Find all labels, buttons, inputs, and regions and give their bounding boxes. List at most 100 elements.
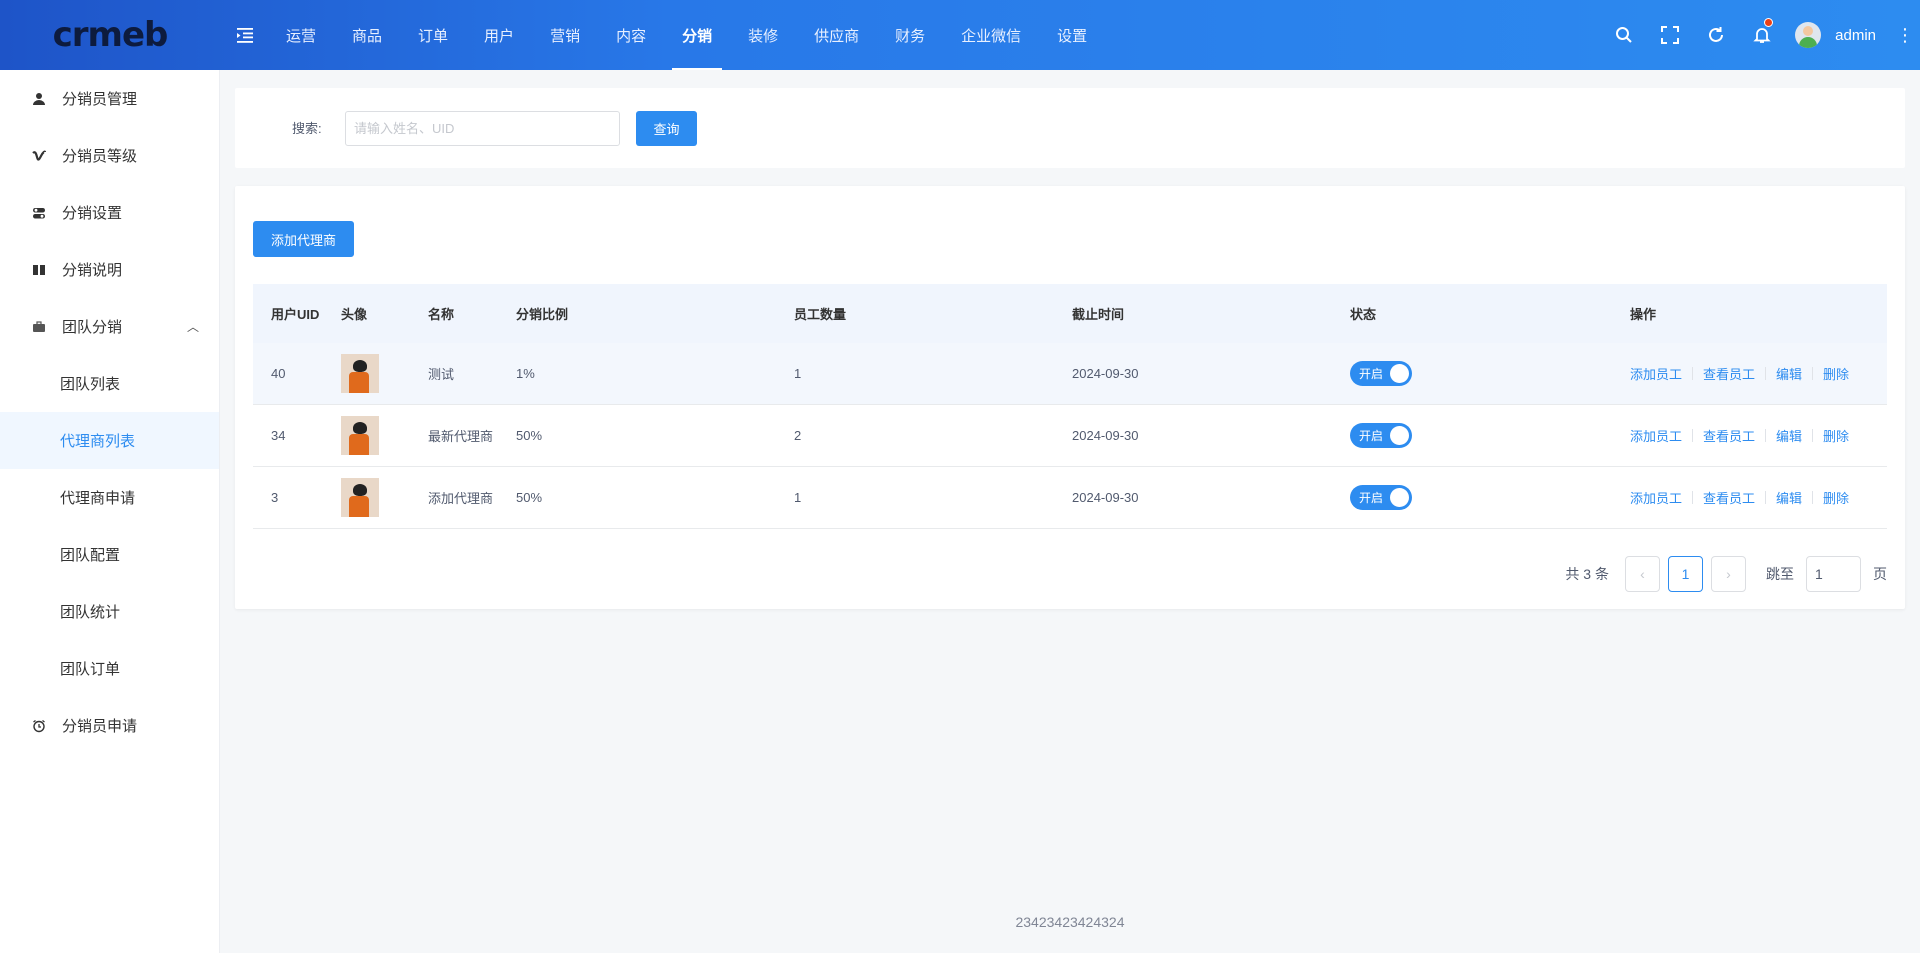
nav-item-wecom[interactable]: 企业微信 — [943, 0, 1039, 70]
sidebar-item-label: 分销员管理 — [62, 91, 138, 108]
delete-link[interactable]: 删除 — [1823, 426, 1849, 445]
toggle-knob — [1390, 364, 1409, 383]
sidebar-item-label: 分销设置 — [62, 205, 123, 222]
fullscreen-icon[interactable] — [1647, 0, 1693, 70]
pagination-total: 共 3 条 — [1565, 566, 1609, 582]
column-header-name: 名称 — [428, 307, 455, 322]
sidebar-item-distributor-application[interactable]: 分销员申请 — [0, 697, 219, 754]
username: admin — [1835, 26, 1876, 44]
column-header-ratio: 分销比例 — [516, 307, 569, 322]
cell-name: 添加代理商 — [428, 491, 494, 506]
cell-staff-count: 1 — [794, 490, 802, 505]
search-card: 搜索: 查询 — [235, 88, 1905, 168]
add-staff-link[interactable]: 添加员工 — [1630, 426, 1682, 445]
page-number-button[interactable]: 1 — [1668, 556, 1703, 592]
logo[interactable]: crmeb — [0, 0, 220, 70]
next-page-button[interactable]: › — [1711, 556, 1746, 592]
nav-item-distribution[interactable]: 分销 — [664, 0, 730, 70]
sidebar-item-label: 分销员申请 — [62, 718, 138, 735]
status-toggle[interactable]: 开启 — [1350, 485, 1412, 510]
cell-ratio: 1% — [516, 366, 535, 381]
edit-link[interactable]: 编辑 — [1776, 488, 1802, 507]
cell-deadline: 2024-09-30 — [1072, 490, 1139, 505]
view-staff-link[interactable]: 查看员工 — [1703, 426, 1755, 445]
sidebar-subitem-team-stats[interactable]: 团队统计 — [0, 583, 219, 640]
sidebar-subitem-agent-application[interactable]: 代理商申请 — [0, 469, 219, 526]
sidebar-item-distributor-management[interactable]: 分销员管理 — [0, 70, 219, 127]
jump-page-input[interactable] — [1806, 556, 1861, 592]
page-suffix: 页 — [1873, 566, 1887, 582]
add-staff-link[interactable]: 添加员工 — [1630, 488, 1682, 507]
add-staff-link[interactable]: 添加员工 — [1630, 364, 1682, 383]
nav-item-content[interactable]: 内容 — [598, 0, 664, 70]
cell-staff-count: 1 — [794, 366, 802, 381]
chevron-up-icon: ︿ — [186, 320, 199, 334]
cell-actions: 添加员工 查看员工 编辑 删除 — [1625, 426, 1887, 445]
sidebar-item-distribution-description[interactable]: 分销说明 — [0, 241, 219, 298]
menu-collapse-icon[interactable] — [232, 27, 260, 43]
divider — [1765, 429, 1767, 442]
search-input[interactable] — [345, 111, 620, 146]
divider — [1692, 491, 1694, 504]
edit-link[interactable]: 编辑 — [1776, 426, 1802, 445]
nav-item-supplier[interactable]: 供应商 — [796, 0, 877, 70]
cell-actions: 添加员工 查看员工 编辑 删除 — [1625, 364, 1887, 383]
nav-item-products[interactable]: 商品 — [334, 0, 400, 70]
cell-actions: 添加员工 查看员工 编辑 删除 — [1625, 488, 1887, 507]
nav-item-settings[interactable]: 设置 — [1039, 0, 1105, 70]
cell-uid: 34 — [271, 428, 286, 443]
nav-item-decoration[interactable]: 装修 — [730, 0, 796, 70]
table-row: 40 测试 1% 1 2024-09-30 开启 添加员工 查看员工 编辑 删除 — [253, 343, 1887, 405]
nav-item-orders[interactable]: 订单 — [400, 0, 466, 70]
sidebar-subitem-agent-list[interactable]: 代理商列表 — [0, 412, 219, 469]
status-toggle-label: 开启 — [1359, 429, 1384, 443]
toggle-knob — [1390, 488, 1409, 507]
status-toggle[interactable]: 开启 — [1350, 361, 1412, 386]
nav-item-marketing[interactable]: 营销 — [532, 0, 598, 70]
view-staff-link[interactable]: 查看员工 — [1703, 488, 1755, 507]
sidebar-subitem-team-list[interactable]: 团队列表 — [0, 355, 219, 412]
divider — [1812, 367, 1814, 380]
refresh-icon[interactable] — [1693, 0, 1739, 70]
sidebar-item-label: 分销员等级 — [62, 148, 138, 165]
nav-item-operations[interactable]: 运营 — [268, 0, 334, 70]
add-agent-button[interactable]: 添加代理商 — [253, 221, 354, 257]
agent-table: 用户UID 头像 名称 分销比例 员工数量 截止时间 状态 操作 40 测试 1… — [253, 284, 1887, 529]
vimeo-v-icon — [32, 149, 46, 163]
edit-link[interactable]: 编辑 — [1776, 364, 1802, 383]
alarm-clock-icon — [32, 719, 46, 733]
delete-link[interactable]: 删除 — [1823, 488, 1849, 507]
cell-ratio: 50% — [516, 490, 543, 505]
nav-item-finance[interactable]: 财务 — [877, 0, 943, 70]
search-icon[interactable] — [1601, 0, 1647, 70]
user-icon — [32, 92, 46, 106]
agent-table-card: 添加代理商 用户UID 头像 名称 分销比例 员工数量 截止时间 状态 操作 4… — [235, 186, 1905, 609]
sidebar-item-distribution-settings[interactable]: 分销设置 — [0, 184, 219, 241]
search-button[interactable]: 查询 — [636, 111, 697, 146]
agent-avatar-image[interactable] — [341, 478, 379, 517]
sidebar-item-distributor-level[interactable]: 分销员等级 — [0, 127, 219, 184]
search-label: 搜索: — [292, 121, 322, 136]
status-toggle[interactable]: 开启 — [1350, 423, 1412, 448]
view-staff-link[interactable]: 查看员工 — [1703, 364, 1755, 383]
user-menu[interactable]: admin — [1785, 22, 1890, 48]
prev-page-button[interactable]: ‹ — [1625, 556, 1660, 592]
cell-avatar — [323, 354, 423, 393]
top-header: crmeb 运营 商品 订单 用户 营销 内容 分销 装修 供应商 财务 企业微… — [0, 0, 1920, 70]
table-row: 34 最新代理商 50% 2 2024-09-30 开启 添加员工 查看员工 编… — [253, 405, 1887, 467]
more-vertical-icon[interactable]: ⋮ — [1890, 0, 1920, 70]
divider — [1765, 367, 1767, 380]
notification-bell-icon[interactable] — [1739, 0, 1785, 70]
agent-avatar-image[interactable] — [341, 416, 379, 455]
column-header-actions: 操作 — [1630, 307, 1657, 322]
sidebar-item-team-distribution[interactable]: 团队分销 ︿ — [0, 298, 219, 355]
status-toggle-label: 开启 — [1359, 367, 1384, 381]
column-header-deadline: 截止时间 — [1072, 307, 1125, 322]
agent-avatar-image[interactable] — [341, 354, 379, 393]
sidebar-subitem-team-orders[interactable]: 团队订单 — [0, 640, 219, 697]
notification-dot — [1764, 18, 1774, 27]
delete-link[interactable]: 删除 — [1823, 364, 1849, 383]
table-header: 用户UID 头像 名称 分销比例 员工数量 截止时间 状态 操作 — [253, 284, 1887, 343]
nav-item-users[interactable]: 用户 — [466, 0, 532, 70]
sidebar-subitem-team-config[interactable]: 团队配置 — [0, 526, 219, 583]
